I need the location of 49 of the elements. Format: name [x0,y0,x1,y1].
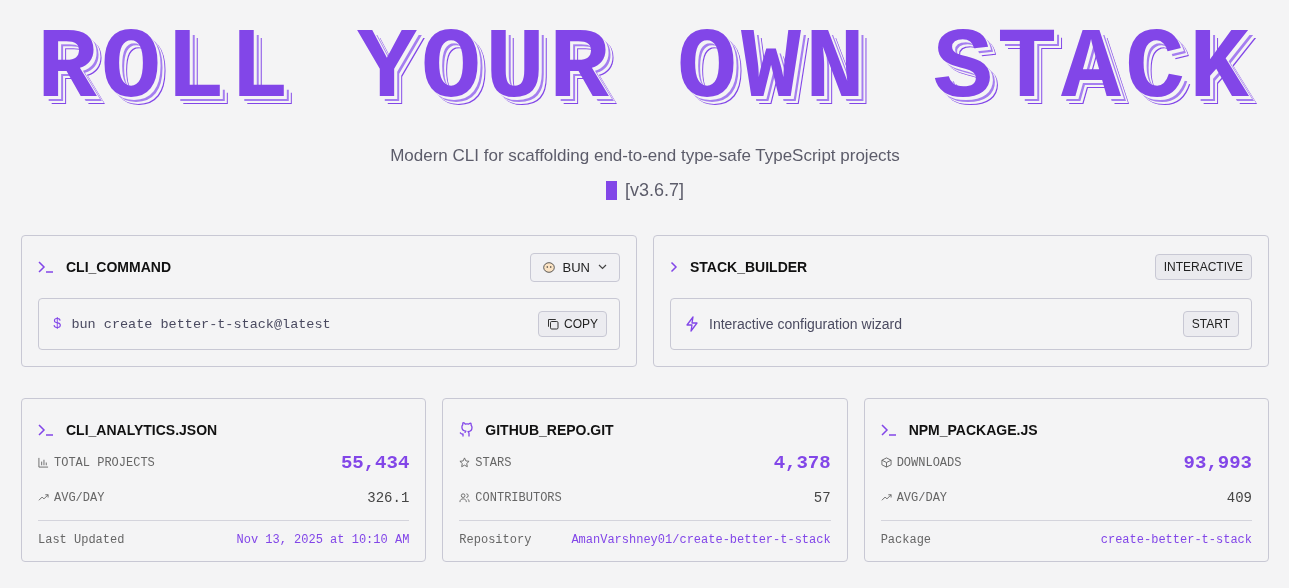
stat-value: 55,434 [340,451,410,474]
copy-button[interactable]: COPY [538,311,607,337]
footer-value: AmanVarshney01/create-better-t-stack [571,533,831,547]
chevron-icon [670,261,678,273]
stat-label: STARS [475,455,513,470]
star-icon [459,457,471,468]
trend-icon [38,492,49,503]
stat-label: AVG/DAY [54,490,106,505]
copy-icon [547,318,559,330]
version-label: [v3.6.7] [624,180,684,201]
caret-icon [598,264,607,270]
footer-label: Repository [459,533,532,547]
users-icon [459,492,471,503]
stat-value: 326.1 [367,489,410,506]
trend-icon [880,492,892,503]
footer-label: Last Updated [38,533,125,547]
card-title: GITHUB_REPO.GIT [485,422,615,438]
package-icon [880,457,892,468]
card-title: NPM_PACKAGE.JS [908,422,1039,438]
footer-label: Package [880,533,932,547]
card-title: STACK_BUILDER [690,259,809,275]
footer-value: create-better-t-stack [1100,533,1252,547]
stat-value: 4,378 [773,451,831,474]
page-title: ROLL YOUR OWN STACK [35,18,1255,122]
command-text: bun create better-t-stack@latest [71,316,332,332]
stat-label: CONTRIBUTORS [475,490,563,505]
stat-label: DOWNLOADS [896,455,963,470]
prompt-symbol: $ [53,316,62,332]
stat-label: AVG/DAY [896,490,949,505]
terminal-icon [880,424,897,436]
stat-value: 93,993 [1183,451,1252,474]
stat-label: TOTAL PROJECTS [54,455,156,470]
bun-icon [542,261,555,273]
wizard-description: Interactive configuration wizard [709,316,903,332]
terminal-icon [38,424,54,436]
card-title: CLI_ANALYTICS.JSON [66,422,219,438]
interactive-badge: INTERACTIVE [1154,254,1252,280]
stat-value: 409 [1226,489,1252,506]
start-button[interactable]: START [1182,311,1239,337]
stat-value: 57 [813,489,831,506]
footer-value: Nov 13, 2025 at 10:10 AM [236,533,410,547]
package-manager-dropdown[interactable]: BUN [529,252,620,282]
terminal-icon [38,261,54,273]
subtitle: Modern CLI for scaffolding end-to-end type-safe TypeScript projects [389,146,901,166]
bar-chart-icon [38,457,49,468]
cursor-icon [605,181,617,200]
github-icon [459,422,474,438]
lightning-icon [685,316,699,332]
card-title: CLI_COMMAND [66,259,172,275]
